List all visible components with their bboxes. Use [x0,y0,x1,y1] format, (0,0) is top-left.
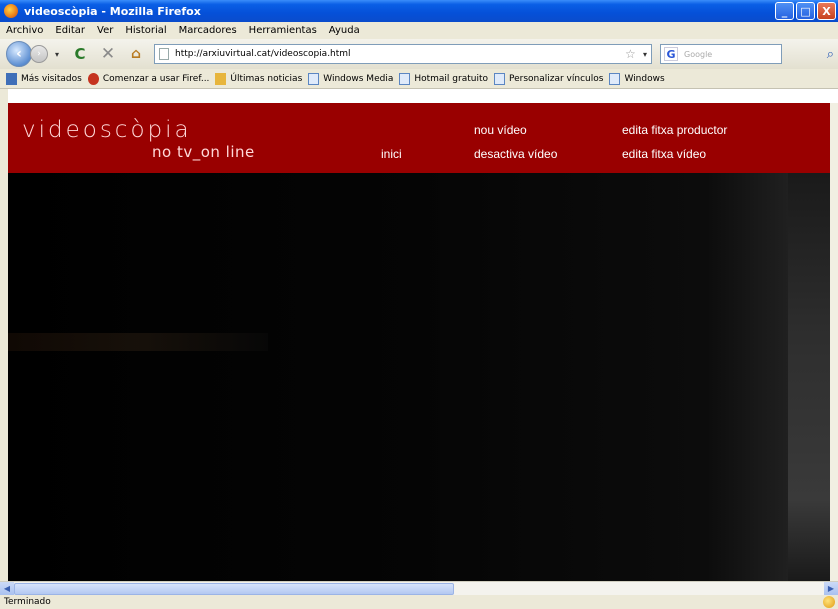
menu-ver[interactable]: Ver [91,25,119,36]
bookmark-windows-media[interactable]: Windows Media [308,72,394,85]
menu-historial[interactable]: Historial [119,25,172,36]
nav-edita-productor-link[interactable]: edita fitxa productor [622,123,727,137]
folder-icon [215,72,227,85]
search-input[interactable]: G Google [660,44,782,64]
page-icon [494,72,505,85]
bookmark-label: Hotmail gratuito [414,73,488,84]
google-icon[interactable]: G [664,47,678,61]
search-magnifier-icon[interactable]: ⌕ [827,47,834,62]
stop-icon[interactable]: ✕ [98,44,118,64]
status-indicator-icon [823,596,835,608]
status-text: Terminado [4,597,51,607]
site-logo[interactable]: videoscòpia [22,117,192,143]
maximize-button[interactable]: □ [796,2,815,20]
video-player[interactable] [8,173,830,581]
bookmark-ultimas-noticias[interactable]: Últimas noticias [215,72,303,85]
close-button[interactable]: X [817,2,836,20]
navigation-toolbar: ‹ › ▾ C ✕ ⌂ http://arxiuvirtual.cat/vide… [0,39,838,69]
nav-inici-link[interactable]: inici [381,147,402,161]
bookmark-label: Más visitados [21,73,82,84]
url-dropdown-icon[interactable]: ▾ [643,50,647,59]
horizontal-scroll-thumb[interactable] [14,583,454,595]
bookmark-label: Comenzar a usar Firef... [102,73,210,84]
rss-icon [6,72,17,85]
content-left-border [0,89,8,581]
back-button[interactable]: ‹ [6,41,32,67]
content-top-border [0,89,838,103]
window-controls: _ □ X [775,2,836,20]
status-bar: Terminado [0,595,838,609]
search-placeholder: Google [684,49,713,59]
window-titlebar: videoscòpia - Mozilla Firefox _ □ X [0,0,838,22]
menu-marcadores[interactable]: Marcadores [173,25,243,36]
menu-archivo[interactable]: Archivo [0,25,49,36]
page-icon [609,72,621,85]
arrow-right-icon: › [37,49,41,59]
reload-icon[interactable]: C [70,44,90,64]
menu-ayuda[interactable]: Ayuda [323,25,366,36]
menu-editar[interactable]: Editar [49,25,91,36]
bookmark-label: Personalizar vínculos [509,73,604,84]
firefox-icon [4,4,18,18]
scroll-left-button[interactable]: ◀ [0,582,14,595]
url-text[interactable]: http://arxiuvirtual.cat/videoscopia.html [175,49,625,59]
site-tagline: no tv_on line [152,143,255,161]
bookmark-personalizar[interactable]: Personalizar vínculos [494,72,604,85]
bookmark-mas-visitados[interactable]: Más visitados [6,72,82,85]
menu-herramientas[interactable]: Herramientas [243,25,323,36]
nav-desactiva-video-link[interactable]: desactiva vídeo [474,147,557,161]
page-icon [159,48,169,60]
scroll-right-button[interactable]: ▶ [824,582,838,595]
video-frame-edge [788,173,830,581]
minimize-button[interactable]: _ [775,2,794,20]
bookmark-label: Últimas noticias [230,73,303,84]
page-icon [308,72,320,85]
page-icon [399,72,411,85]
forward-button[interactable]: › [30,45,48,63]
nav-edita-video-link[interactable]: edita fitxa vídeo [622,147,706,161]
bookmark-star-icon[interactable]: ☆ [625,47,639,61]
site-header: videoscòpia no tv_on line inici nou víde… [8,103,830,173]
history-dropdown-icon[interactable]: ▾ [52,50,62,59]
window-title: videoscòpia - Mozilla Firefox [24,4,201,18]
bookmark-windows[interactable]: Windows [609,72,665,85]
bookmark-comenzar[interactable]: Comenzar a usar Firef... [87,72,210,85]
firefox-icon [87,72,99,85]
bookmarks-toolbar: Más visitados Comenzar a usar Firef... Ú… [0,69,838,89]
url-bar[interactable]: http://arxiuvirtual.cat/videoscopia.html… [154,44,652,64]
vertical-scrollbar[interactable] [830,103,838,581]
video-frame-detail [8,333,268,351]
arrow-left-icon: ‹ [16,46,22,62]
horizontal-scrollbar[interactable]: ◀ ▶ [0,581,838,595]
bookmark-label: Windows Media [323,73,394,84]
bookmark-hotmail[interactable]: Hotmail gratuito [399,72,488,85]
menu-bar: Archivo Editar Ver Historial Marcadores … [0,22,838,39]
nav-nou-video-link[interactable]: nou vídeo [474,123,527,137]
bookmark-label: Windows [624,73,665,84]
home-icon[interactable]: ⌂ [126,44,146,64]
page-content: videoscòpia no tv_on line inici nou víde… [8,103,830,581]
